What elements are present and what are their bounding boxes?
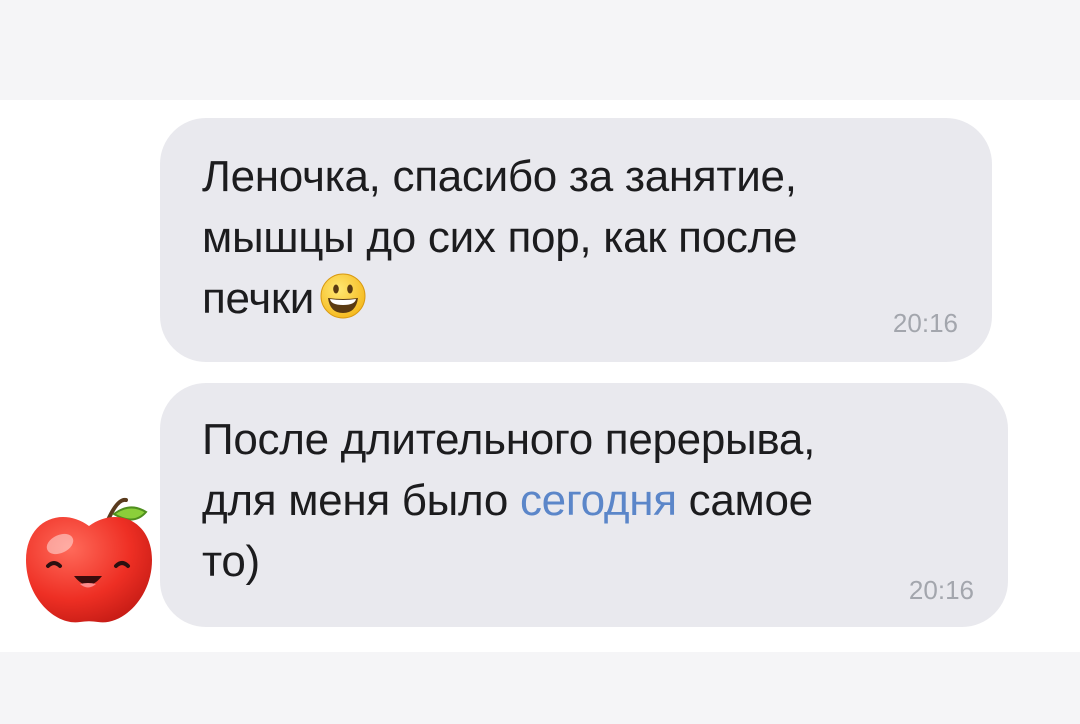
message-text: для меня было	[202, 476, 520, 525]
message-text-line: печки	[202, 268, 952, 329]
smiling-apple-sticker-icon[interactable]	[22, 494, 156, 630]
message-text: печки	[202, 274, 315, 323]
chat-screen: Леночка, спасибо за занятие, мышцы до си…	[0, 0, 1080, 724]
message-bubble[interactable]: После длительного перерыва, для меня был…	[160, 383, 1008, 627]
message-text: самое	[676, 476, 813, 525]
message-text-line: Леночка, спасибо за занятие,	[202, 152, 797, 201]
message-timestamp: 20:16	[908, 575, 974, 605]
message-text-line: для меня было сегодня самое	[202, 470, 968, 531]
message-text-line: мышцы до сих пор, как после	[202, 213, 798, 262]
message-timestamp: 20:16	[892, 308, 958, 338]
message-text-line: После длительного перерыва,	[202, 415, 816, 464]
message-text-line: то)	[202, 537, 260, 586]
date-link[interactable]: сегодня	[520, 476, 677, 525]
message-bubble[interactable]: Леночка, спасибо за занятие, мышцы до си…	[160, 118, 992, 362]
grinning-face-emoji	[318, 271, 368, 321]
